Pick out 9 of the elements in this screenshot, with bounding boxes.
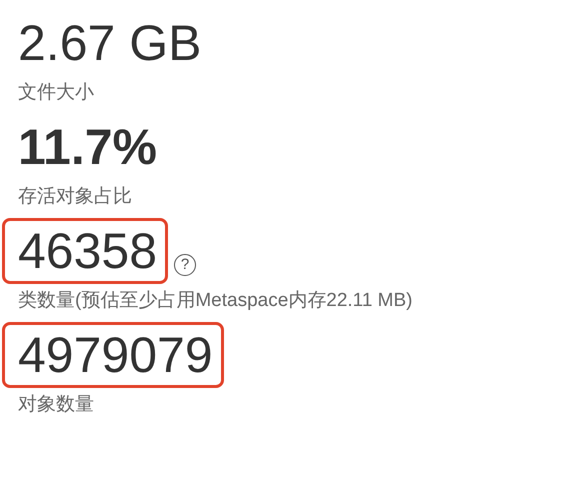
stat-value: 11.7% [17,118,158,177]
stat-label: 对象数量 [17,393,95,417]
stat-value: 46358 [2,218,168,284]
help-icon[interactable]: ? [174,254,196,276]
stat-label: 文件大小 [17,81,95,105]
stat-label: 类数量(预估至少占用Metaspace内存22.11 MB) [17,289,414,313]
stat-label: 存活对象占比 [17,185,133,209]
stat-value: 4979079 [2,322,224,388]
stat-value: 2.67 GB [17,14,202,73]
